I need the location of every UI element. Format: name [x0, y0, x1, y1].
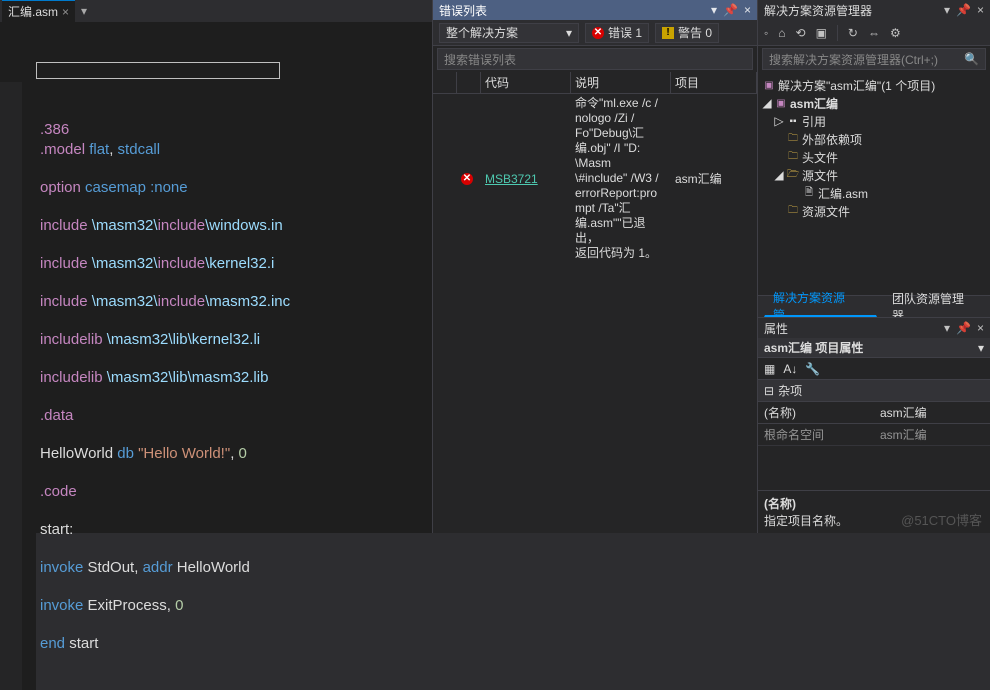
dropdown-icon[interactable]: ▾ [944, 321, 950, 335]
col-code[interactable]: 代码 [481, 72, 571, 93]
warnings-filter-button[interactable]: ! 警告 0 [655, 23, 719, 43]
error-code-link[interactable]: MSB3721 [485, 172, 538, 186]
folder-open-icon: 🗁 [786, 168, 800, 182]
props-icon[interactable]: ⚙ [890, 26, 901, 40]
resources-node[interactable]: 🗀 资源文件 [758, 202, 990, 220]
editor-pane: 汇编.asm × ▾ .386 .model flat, stdcall opt… [0, 0, 433, 533]
solution-icon: ▣ [762, 78, 776, 92]
file-node[interactable]: 🗎 汇编.asm [758, 184, 990, 202]
errorlist-title: 错误列表 [439, 2, 487, 19]
folder-icon: 🗀 [786, 132, 800, 146]
sx-search[interactable]: 搜索解决方案资源管理器(Ctrl+;) 🔍 [762, 48, 986, 70]
refs-icon: ▪▪ [786, 114, 800, 128]
errorlist-titlebar: 错误列表 ▾ 📌 × [433, 0, 757, 20]
warning-icon: ! [662, 27, 674, 39]
file-icon: 🗎 [802, 186, 816, 200]
chevron-down-icon: ▾ [978, 341, 984, 355]
error-proj: asm汇编 [675, 170, 722, 187]
pin-icon[interactable]: 📌 [956, 321, 971, 335]
home-icon[interactable]: ⌂ [778, 26, 785, 40]
tab-scroll-icon[interactable]: ▾ [81, 4, 87, 18]
properties-titlebar: 属性 ▾ 📌 × [758, 318, 990, 338]
back-icon[interactable]: ◦ [764, 26, 768, 40]
col-desc[interactable]: 说明 [571, 72, 671, 93]
editor-tab[interactable]: 汇编.asm × [2, 0, 75, 22]
sources-node[interactable]: ◢ 🗁 源文件 [758, 166, 990, 184]
category-icon[interactable]: ▦ [764, 362, 775, 376]
tab-team-explorer[interactable]: 团队资源管理器 [883, 297, 984, 317]
code-editor[interactable]: .386 .model flat, stdcall option casemap… [0, 22, 432, 690]
watermark: @51CTO博客 [901, 510, 982, 529]
show-all-icon[interactable]: ▣ [816, 26, 827, 40]
scope-combo[interactable]: 整个解决方案▾ [439, 23, 579, 43]
breakpoint-gutter[interactable] [22, 82, 36, 690]
wrench-icon[interactable]: 🔧 [805, 362, 820, 376]
close-icon[interactable]: × [62, 5, 69, 19]
prop-row-ns[interactable]: 根命名空间 asm汇编 [758, 424, 990, 446]
sx-titlebar: 解决方案资源管理器 ▾ 📌 × [758, 0, 990, 20]
close-icon[interactable]: × [977, 321, 984, 335]
col-proj[interactable]: 项目 [671, 72, 757, 93]
solution-explorer-panel: 解决方案资源管理器 ▾ 📌 × ◦ ⌂ ⟲ ▣ ↻ ⇔ ⚙ 搜索解决方案资源管理… [758, 0, 990, 533]
editor-gutter [0, 82, 22, 690]
sx-bottom-tabs: 解决方案资源管… 团队资源管理器 [758, 295, 990, 317]
error-row[interactable]: ✕ MSB3721 命令"ml.exe /c / nologo /Zi / Fo… [433, 94, 757, 263]
chevron-down-icon: ▾ [566, 26, 572, 40]
errorlist-toolbar: 整个解决方案▾ ✕ 错误 1 ! 警告 0 [433, 20, 757, 46]
errors-filter-button[interactable]: ✕ 错误 1 [585, 23, 649, 43]
pin-icon[interactable]: 📌 [723, 3, 738, 17]
expander-icon[interactable]: ◢ [762, 96, 772, 110]
pin-icon[interactable]: 📌 [956, 3, 971, 17]
headers-node[interactable]: 🗀 头文件 [758, 148, 990, 166]
collapse-icon[interactable]: ⇔ [868, 26, 880, 40]
solution-node[interactable]: ▣ 解决方案"asm汇编"(1 个项目) [758, 76, 990, 94]
search-icon: 🔍 [964, 52, 979, 66]
folder-icon: 🗀 [786, 150, 800, 164]
solution-tree[interactable]: ▣ 解决方案"asm汇编"(1 个项目) ◢ ▣ asm汇编 ▷ ▪▪ 引用 🗀… [758, 72, 990, 295]
errorlist-search[interactable]: 搜索错误列表 [437, 48, 753, 70]
sx-title: 解决方案资源管理器 [764, 2, 872, 19]
expander-icon[interactable]: ▷ [774, 114, 784, 128]
sx-toolbar: ◦ ⌂ ⟲ ▣ ↻ ⇔ ⚙ [758, 20, 990, 46]
tab-solution-explorer[interactable]: 解决方案资源管… [764, 297, 877, 317]
folder-icon: 🗀 [786, 204, 800, 218]
properties-grid[interactable]: ⊟ 杂项 (名称) asm汇编 根命名空间 asm汇编 [758, 380, 990, 446]
error-icon: ✕ [461, 173, 473, 185]
refresh-icon[interactable]: ↻ [848, 26, 858, 40]
collapse-icon[interactable]: ⊟ [764, 384, 774, 398]
properties-subject[interactable]: asm汇编 项目属性 ▾ [758, 338, 990, 358]
close-icon[interactable]: × [977, 3, 984, 17]
sync-icon[interactable]: ⟲ [796, 26, 806, 40]
error-list-panel: 错误列表 ▾ 📌 × 整个解决方案▾ ✕ 错误 1 ! 警告 0 [433, 0, 758, 533]
externals-node[interactable]: 🗀 外部依赖项 [758, 130, 990, 148]
code-area[interactable]: .386 .model flat, stdcall option casemap… [36, 82, 290, 690]
alpha-icon[interactable]: A↓ [783, 362, 797, 376]
prop-category[interactable]: ⊟ 杂项 [758, 380, 990, 402]
error-icon: ✕ [592, 27, 604, 39]
editor-tab-bar: 汇编.asm × ▾ [0, 0, 432, 22]
prop-row-name[interactable]: (名称) asm汇编 [758, 402, 990, 424]
expander-icon[interactable]: ◢ [774, 168, 784, 182]
dropdown-icon[interactable]: ▾ [711, 3, 717, 17]
project-node[interactable]: ◢ ▣ asm汇编 [758, 94, 990, 112]
properties-panel: 属性 ▾ 📌 × asm汇编 项目属性 ▾ ▦ A↓ 🔧 ⊟ [758, 317, 990, 533]
project-icon: ▣ [774, 96, 788, 110]
properties-toolbar: ▦ A↓ 🔧 [758, 358, 990, 380]
errorlist-header[interactable]: 代码 说明 项目 [433, 72, 757, 94]
refs-node[interactable]: ▷ ▪▪ 引用 [758, 112, 990, 130]
dropdown-icon[interactable]: ▾ [944, 3, 950, 17]
error-desc: 命令"ml.exe /c / nologo /Zi / Fo"Debug\汇 编… [575, 96, 667, 261]
close-icon[interactable]: × [744, 3, 751, 17]
tab-label: 汇编.asm [8, 3, 58, 20]
